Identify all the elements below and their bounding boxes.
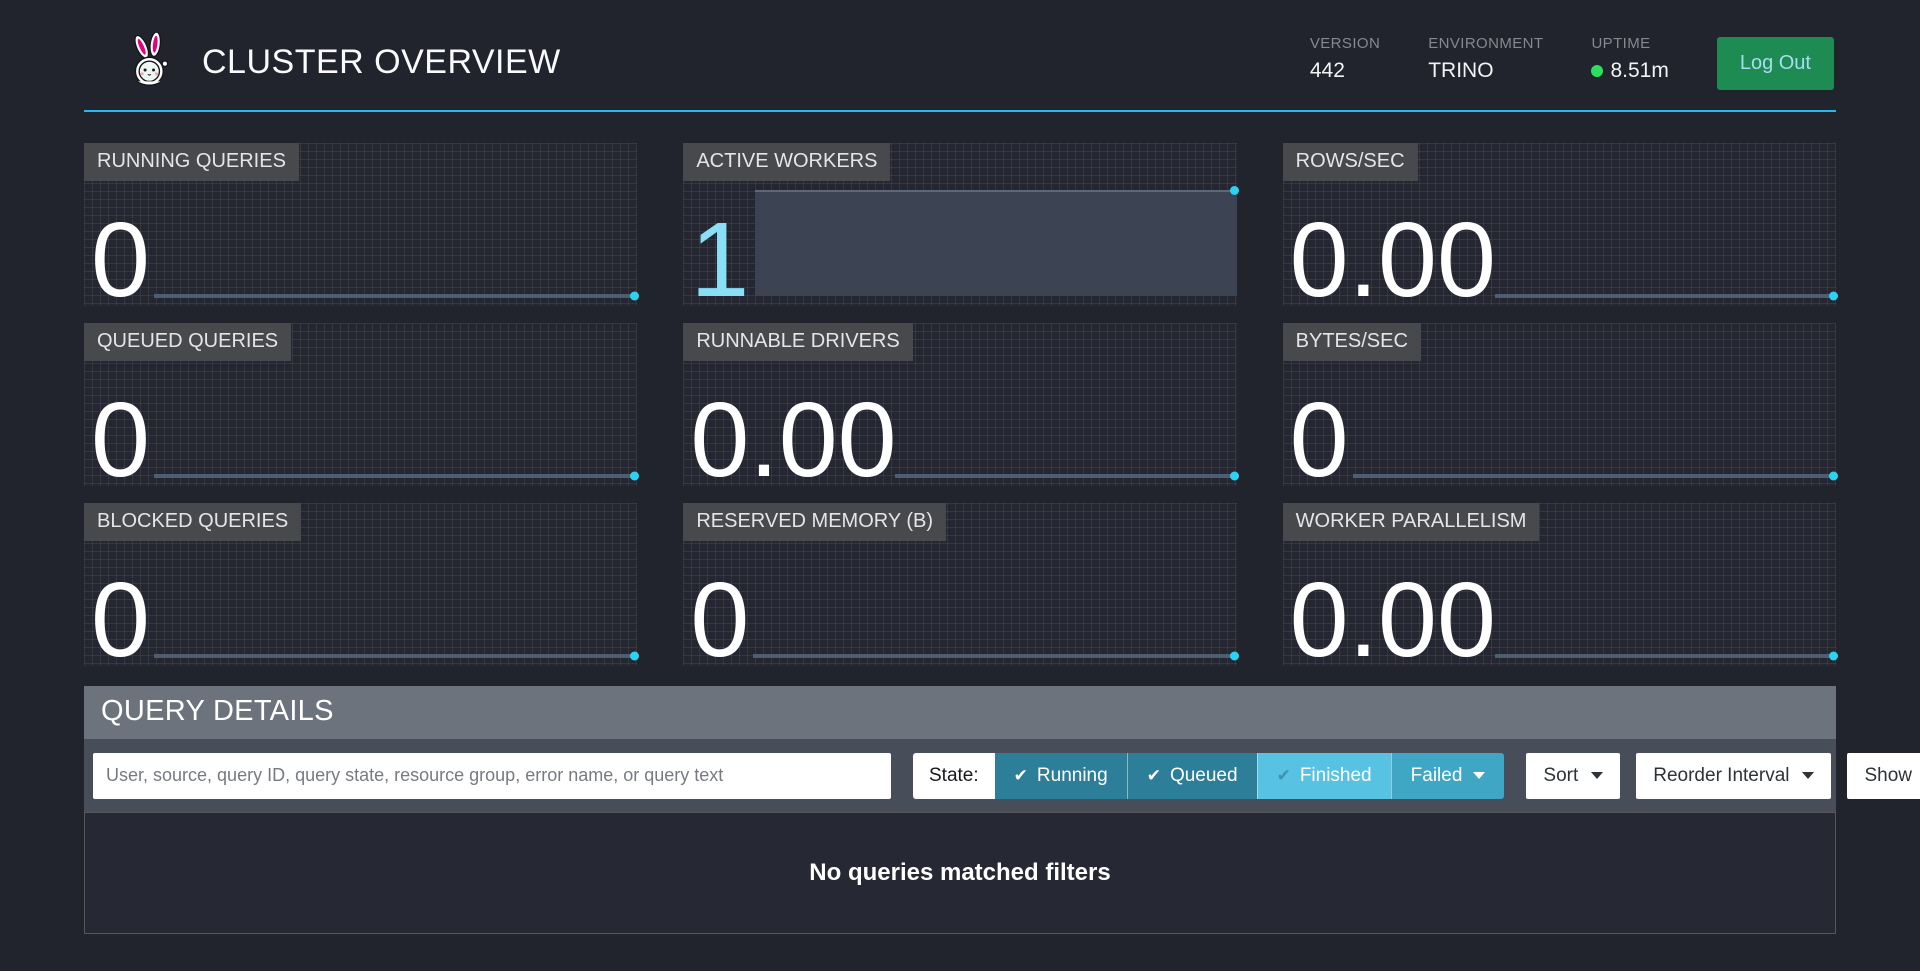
uptime-stat: UPTIME 8.51m [1591,35,1668,83]
query-details-title: QUERY DETAILS [84,686,1836,739]
state-filter-running[interactable]: ✔ Running [995,753,1127,799]
sparkline-chart [895,474,1236,478]
state-filter-failed-label: Failed [1411,765,1463,787]
sparkline-chart [1495,654,1836,658]
sort-label: Sort [1543,765,1578,787]
trino-bunny-logo [124,32,178,92]
check-icon: ✔ [1147,767,1161,784]
sparkline-dot-icon [630,292,639,301]
reorder-interval-dropdown-button[interactable]: Reorder Interval [1636,753,1831,799]
header-stats: VERSION 442 ENVIRONMENT TRINO UPTIME 8.5… [1310,35,1834,90]
worker-parallelism-tile: WORKER PARALLELISM 0.00 [1283,503,1836,666]
query-details-section: QUERY DETAILS State: ✔ Running ✔ Queued … [84,686,1836,934]
tile-value: 0 [91,387,150,493]
tile-label: RUNNING QUERIES [84,143,299,181]
sparkline-chart [1495,294,1836,298]
tile-value: 0 [690,567,749,673]
tile-value: 0.00 [1290,207,1496,313]
tile-label: BLOCKED QUERIES [84,503,301,541]
chevron-down-icon [1802,772,1814,779]
uptime-value: 8.51m [1591,59,1668,83]
sparkline-dot-icon [630,472,639,481]
sort-dropdown-button[interactable]: Sort [1526,753,1620,799]
state-filter-queued-label: Queued [1170,765,1238,787]
tile-value: 0 [91,567,150,673]
tile-value: 1 [690,207,749,313]
empty-queries-message: No queries matched filters [84,812,1836,934]
tile-value: 0.00 [690,387,896,493]
chevron-down-icon [1591,772,1603,779]
sparkline-dot-icon [1829,652,1838,661]
sparkline-chart [154,294,637,298]
queued-queries-tile: QUEUED QUERIES 0 [84,323,637,486]
tile-label: QUEUED QUERIES [84,323,291,361]
version-value: 442 [1310,59,1380,83]
uptime-label: UPTIME [1591,35,1668,52]
tile-value: 0 [91,207,150,313]
sparkline-dot-icon [1230,652,1239,661]
header-divider [84,110,1836,112]
state-filter-finished[interactable]: ✔ Finished [1257,753,1391,799]
query-filter-toolbar: State: ✔ Running ✔ Queued ✔ Finished Fai… [84,739,1836,812]
sparkline-area-chart [755,190,1236,296]
sparkline-dot-icon [1230,472,1239,481]
environment-value: TRINO [1428,59,1543,83]
tile-label: WORKER PARALLELISM [1283,503,1540,541]
cluster-overview-page: CLUSTER OVERVIEW VERSION 442 ENVIRONMENT… [0,0,1920,934]
uptime-status-dot-icon [1591,65,1603,77]
state-filter-finished-label: Finished [1300,765,1372,787]
sparkline-dot-icon [630,652,639,661]
state-filter-running-label: Running [1037,765,1108,787]
show-dropdown-button[interactable]: Show [1847,753,1920,799]
state-filter-label: State: [913,753,995,799]
chevron-down-icon [1473,772,1485,779]
sparkline-dot-icon [1230,186,1239,195]
tile-value: 0.00 [1290,567,1496,673]
sparkline-dot-icon [1829,292,1838,301]
tile-label: ACTIVE WORKERS [683,143,890,181]
log-out-button[interactable]: Log Out [1717,37,1834,90]
brand: CLUSTER OVERVIEW [124,32,561,92]
environment-label: ENVIRONMENT [1428,35,1543,52]
running-queries-tile: RUNNING QUERIES 0 [84,143,637,306]
sparkline-chart [154,654,637,658]
version-stat: VERSION 442 [1310,35,1380,83]
check-icon: ✔ [1277,767,1291,784]
tile-label: RESERVED MEMORY (B) [683,503,946,541]
show-label: Show [1864,765,1912,787]
sparkline-dot-icon [1829,472,1838,481]
state-filter-failed-dropdown[interactable]: Failed [1391,753,1505,799]
environment-stat: ENVIRONMENT TRINO [1428,35,1543,83]
rows-per-sec-tile: ROWS/SEC 0.00 [1283,143,1836,306]
active-workers-tile: ACTIVE WORKERS 1 [683,143,1236,306]
sparkline-chart [154,474,637,478]
state-filter-group: State: ✔ Running ✔ Queued ✔ Finished Fai… [913,753,1504,799]
page-title: CLUSTER OVERVIEW [202,43,561,82]
state-filter-queued[interactable]: ✔ Queued [1127,753,1257,799]
check-icon: ✔ [1014,767,1028,784]
reorder-interval-label: Reorder Interval [1653,765,1789,787]
tile-value: 0 [1290,387,1349,493]
version-label: VERSION [1310,35,1380,52]
tile-label: BYTES/SEC [1283,323,1421,361]
blocked-queries-tile: BLOCKED QUERIES 0 [84,503,637,666]
reserved-memory-tile: RESERVED MEMORY (B) 0 [683,503,1236,666]
tile-label: RUNNABLE DRIVERS [683,323,912,361]
app-header: CLUSTER OVERVIEW VERSION 442 ENVIRONMENT… [84,0,1836,110]
runnable-drivers-tile: RUNNABLE DRIVERS 0.00 [683,323,1236,486]
tile-label: ROWS/SEC [1283,143,1418,181]
sparkline-chart [753,654,1236,658]
sparkline-chart [1353,474,1836,478]
bytes-per-sec-tile: BYTES/SEC 0 [1283,323,1836,486]
query-search-input[interactable] [93,753,891,799]
cluster-stat-tiles: RUNNING QUERIES 0 ACTIVE WORKERS 1 ROWS/… [84,143,1836,666]
